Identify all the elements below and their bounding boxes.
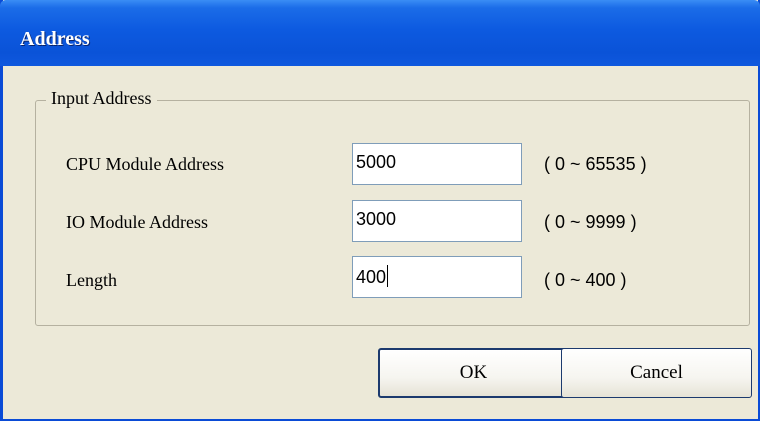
io-module-address-label: IO Module Address	[66, 212, 208, 232]
group-legend: Input Address	[46, 88, 157, 109]
length-range: ( 0 ~ 400 )	[544, 270, 627, 290]
io-module-address-input[interactable]: 3000	[352, 200, 522, 242]
input-address-group: Input Address CPU Module Address 5000 ( …	[35, 88, 750, 326]
address-dialog: Address Input Address CPU Module Address…	[0, 0, 760, 421]
io-module-address-value: 3000	[356, 209, 397, 229]
cpu-module-address-input[interactable]: 5000	[352, 143, 522, 185]
length-label: Length	[66, 270, 117, 290]
length-input[interactable]: 400	[352, 256, 522, 298]
cpu-module-address-label: CPU Module Address	[66, 154, 225, 174]
title-bar[interactable]: Address	[0, 0, 760, 66]
cpu-module-address-value: 5000	[356, 152, 397, 172]
ok-button[interactable]: OK	[378, 348, 569, 398]
io-module-address-range: ( 0 ~ 9999 )	[544, 212, 637, 232]
dialog-title: Address	[20, 28, 90, 50]
cancel-button[interactable]: Cancel	[561, 348, 752, 398]
length-value: 400	[356, 267, 387, 287]
cpu-module-address-range: ( 0 ~ 65535 )	[544, 154, 647, 174]
text-caret	[387, 265, 389, 287]
